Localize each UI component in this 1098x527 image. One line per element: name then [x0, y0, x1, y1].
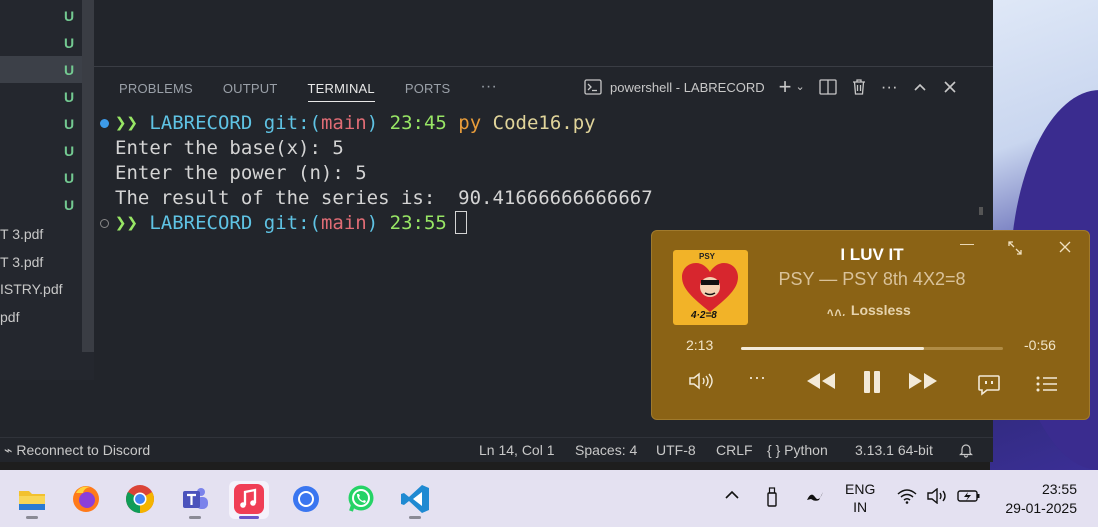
- taskbar: ENG IN 23:55 29-01-2025: [0, 470, 1098, 527]
- terminal-output-line: The result of the series is: 90.41666666…: [115, 187, 653, 209]
- taskbar-chrome[interactable]: [120, 481, 160, 519]
- explorer-item[interactable]: pdf: [0, 304, 82, 331]
- remaining-time: -0:56: [1024, 337, 1056, 353]
- command-pending-icon[interactable]: [100, 219, 109, 228]
- close-panel-icon[interactable]: [942, 79, 958, 95]
- panel-tabs: PROBLEMS OUTPUT TERMINAL PORTS ···: [119, 78, 497, 102]
- terminal-scrollbar[interactable]: [979, 207, 983, 215]
- status-bar: ⌁ Reconnect to Discord Ln 14, Col 1 Spac…: [0, 437, 993, 462]
- taskbar-firefox[interactable]: [66, 481, 106, 519]
- chevron-down-icon[interactable]: ⌄: [795, 77, 804, 97]
- vscode-icon: [401, 485, 429, 513]
- firefox-icon: [73, 486, 99, 512]
- explorer-item[interactable]: U: [0, 83, 82, 110]
- track-title: I LUV IT: [840, 245, 904, 264]
- explorer-item[interactable]: U: [0, 2, 82, 29]
- elapsed-time: 2:13: [686, 337, 714, 353]
- explorer-item[interactable]: T 3.pdf: [0, 249, 82, 276]
- clock[interactable]: 23:55 29-01-2025: [999, 480, 1077, 518]
- previous-track-icon[interactable]: [806, 373, 836, 389]
- music-icon: [234, 484, 264, 514]
- terminal-prompt-line: ❯❯ LABRECORD git:(main) 23:55: [100, 211, 653, 236]
- taskbar-file-explorer[interactable]: [12, 481, 52, 519]
- track-artist-album[interactable]: PSY — PSY 8th 4X2=8: [752, 269, 992, 290]
- tab-output[interactable]: OUTPUT: [223, 81, 278, 102]
- cursor-position[interactable]: Ln 14, Col 1: [479, 442, 555, 458]
- progress-fill: [741, 347, 925, 350]
- maximize-panel-icon[interactable]: [912, 79, 928, 95]
- taskbar-vscode[interactable]: [395, 481, 435, 519]
- bluetooth-device-icon[interactable]: [805, 488, 825, 507]
- terminal-output[interactable]: ❯❯ LABRECORD git:(main) 23:45 py Code16.…: [100, 111, 653, 236]
- volume-icon[interactable]: [688, 371, 714, 391]
- more-options-icon[interactable]: ···: [748, 367, 766, 388]
- command-success-icon[interactable]: [100, 119, 109, 128]
- music-mini-player: PSY 4·2=8 — I LUV IT PSY — PSY 8th 4X2=8…: [651, 230, 1090, 420]
- braces-icon: { }: [767, 442, 781, 458]
- explorer-item[interactable]: U: [0, 164, 82, 191]
- pulse-icon: ⌁: [4, 442, 13, 458]
- more-icon[interactable]: ···: [480, 78, 497, 102]
- taskbar-teams[interactable]: [175, 481, 215, 519]
- terminal-output-line: Enter the power (n): 5: [115, 162, 367, 184]
- explorer-item[interactable]: U: [0, 110, 82, 137]
- speaker-icon[interactable]: [927, 487, 949, 507]
- taskbar-whatsapp[interactable]: [341, 481, 381, 519]
- bell-icon[interactable]: [958, 442, 974, 461]
- explorer-item[interactable]: T 3.pdf: [0, 221, 82, 248]
- language-mode[interactable]: { } Python: [767, 442, 828, 458]
- queue-icon[interactable]: [1036, 375, 1058, 393]
- pause-icon[interactable]: [863, 371, 881, 393]
- explorer-item[interactable]: U: [0, 191, 82, 218]
- explorer-sidebar: U U U U U U U U T 3.pdf T 3.pdf ISTRY.pd…: [0, 0, 94, 380]
- panel-actions: powershell - LABRECORD + ⌄ ···: [584, 76, 958, 98]
- more-actions-icon[interactable]: ···: [881, 77, 898, 97]
- explorer-item[interactable]: U: [0, 29, 82, 56]
- python-interpreter[interactable]: 3.13.1 64-bit: [855, 442, 933, 458]
- split-terminal-icon[interactable]: [819, 79, 837, 95]
- tab-terminal[interactable]: TERMINAL: [307, 81, 375, 102]
- chrome-icon: [126, 485, 154, 513]
- tab-problems[interactable]: PROBLEMS: [119, 81, 193, 102]
- folder-icon: [19, 491, 45, 510]
- terminal-cursor: [454, 211, 467, 234]
- terminal-selector[interactable]: powershell - LABRECORD: [584, 79, 765, 95]
- terminal-output-line: Enter the base(x): 5: [115, 137, 344, 159]
- lossless-icon: [827, 309, 845, 319]
- explorer-item[interactable]: ISTRY.pdf: [0, 276, 82, 303]
- battery-charging-icon[interactable]: [957, 487, 981, 506]
- indentation[interactable]: Spaces: 4: [575, 442, 637, 458]
- editor-area: [94, 0, 993, 66]
- show-hidden-icons-chevron-icon[interactable]: [724, 488, 740, 504]
- discord-status[interactable]: ⌁ Reconnect to Discord: [4, 442, 150, 459]
- close-icon[interactable]: [1059, 241, 1071, 253]
- signal-icon: [293, 486, 319, 512]
- expand-icon[interactable]: [1008, 241, 1022, 255]
- terminal-name: powershell - LABRECORD: [610, 79, 765, 95]
- explorer-item-selected[interactable]: U: [0, 56, 82, 83]
- encoding[interactable]: UTF-8: [656, 442, 696, 458]
- taskbar-signal[interactable]: [286, 481, 326, 519]
- whatsapp-icon: [348, 485, 374, 512]
- usb-drive-icon[interactable]: [765, 486, 779, 511]
- clock-date: 29-01-2025: [1005, 500, 1077, 516]
- trash-icon[interactable]: [851, 78, 867, 96]
- album-art: PSY 4·2=8: [673, 250, 748, 325]
- progress-slider[interactable]: [741, 347, 1003, 350]
- terminal-icon: [584, 79, 602, 95]
- clock-time: 23:55: [1041, 481, 1077, 497]
- terminal-prompt-line: ❯❯ LABRECORD git:(main) 23:45 py Code16.…: [100, 111, 653, 136]
- new-terminal-icon[interactable]: +: [779, 76, 792, 98]
- lossless-badge: Lossless: [827, 302, 911, 319]
- teams-icon: [183, 488, 208, 509]
- line-ending[interactable]: CRLF: [716, 442, 753, 458]
- tab-ports[interactable]: PORTS: [405, 81, 451, 102]
- taskbar-music[interactable]: [229, 481, 269, 519]
- explorer-scrollbar[interactable]: [82, 0, 94, 352]
- next-track-icon[interactable]: [908, 373, 938, 389]
- wifi-icon[interactable]: [897, 488, 917, 507]
- language-indicator[interactable]: ENG IN: [845, 480, 875, 516]
- lyrics-icon[interactable]: [977, 374, 1001, 396]
- explorer-item[interactable]: U: [0, 137, 82, 164]
